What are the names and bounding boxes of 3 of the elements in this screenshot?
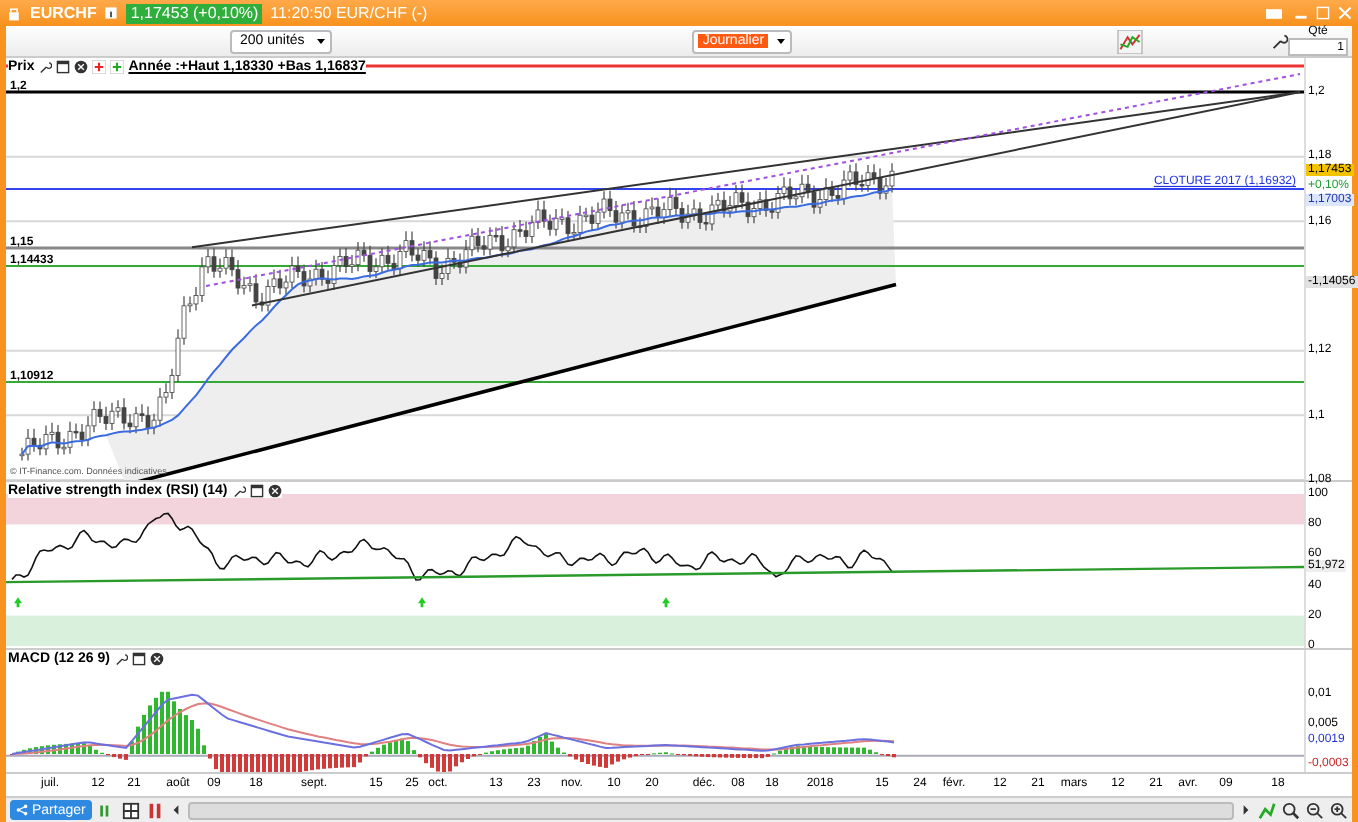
symbol-label[interactable]: EURCHF [30,4,97,22]
price-badge: 1,17453 (+0,10%) [126,3,263,23]
time-label: 11:20:50 EUR/CHF (-) [270,4,428,22]
